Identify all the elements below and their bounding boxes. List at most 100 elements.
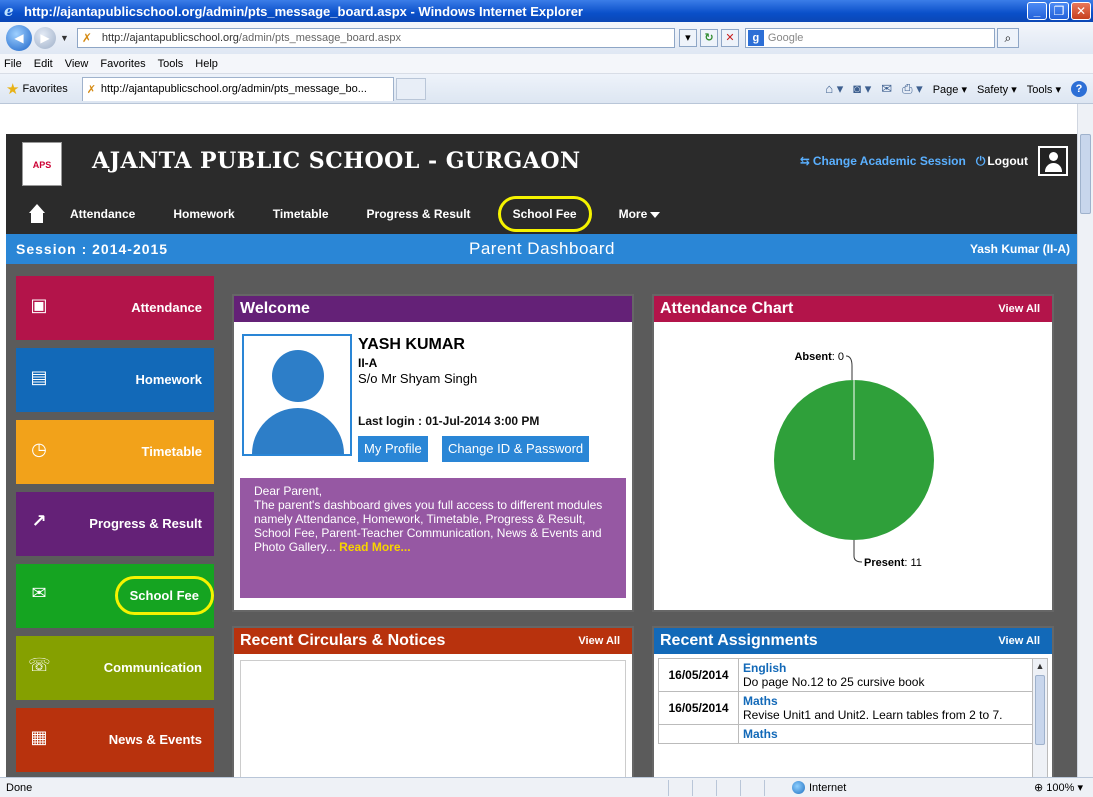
notice-greeting: Dear Parent, <box>254 484 323 498</box>
assignments-scrollbar[interactable]: ▲ <box>1032 658 1048 777</box>
zoom-level[interactable]: ⊕ 100% ▾ <box>1034 781 1083 794</box>
help-icon[interactable]: ? <box>1071 81 1087 97</box>
sidebar: ▣ Attendance ▤ Homework ◷ Timetable ↗ Pr… <box>16 276 215 777</box>
student-parent: S/o Mr Shyam Singh <box>358 371 478 386</box>
student-name: Yash Kumar (II-A) <box>969 242 1070 256</box>
student-full-name: YASH KUMAR <box>358 336 465 353</box>
cmd-page[interactable]: Page ▾ <box>933 83 967 96</box>
assignment-subject[interactable]: Maths <box>743 694 1029 708</box>
chart-icon: ↗ <box>31 511 47 531</box>
assignment-subject[interactable]: English <box>743 661 1029 675</box>
sidebar-item-communication[interactable]: ☏ Communication <box>16 636 214 700</box>
menu-file[interactable]: File <box>4 58 22 70</box>
search-icon[interactable]: ⌕ <box>996 28 1019 48</box>
sidebar-item-attendance[interactable]: ▣ Attendance <box>16 276 214 340</box>
notice-body: The parent's dashboard gives you full ac… <box>254 498 603 554</box>
money-icon: ✉ <box>31 583 47 603</box>
sidebar-item-news-events[interactable]: ▦ News & Events <box>16 708 214 772</box>
cmd-tools[interactable]: Tools ▾ <box>1027 83 1061 96</box>
history-dropdown-icon[interactable]: ▼ <box>60 33 69 43</box>
attendance-pie-chart: Absent: 0 Present: 11 <box>774 351 934 569</box>
print-icon[interactable]: ⎙ ▾ <box>902 81 923 97</box>
menu-help[interactable]: Help <box>195 58 218 70</box>
sidebar-item-homework[interactable]: ▤ Homework <box>16 348 214 412</box>
chat-icon: ☏ <box>28 655 51 675</box>
maximize-button[interactable]: ❐ <box>1049 2 1069 20</box>
sidebar-item-progress-result[interactable]: ↗ Progress & Result <box>16 492 214 556</box>
table-row[interactable]: 16/05/2014 Maths Revise Unit1 and Unit2. … <box>658 691 1034 725</box>
refresh-button[interactable]: ↻ <box>699 29 718 47</box>
present-data-label: Present: 11 <box>864 557 922 569</box>
nav-attendance[interactable]: Attendance <box>70 207 135 221</box>
tab-favicon: ✗ <box>86 83 96 96</box>
nav-more[interactable]: More <box>619 207 661 221</box>
url-dropdown-icon[interactable]: ▾ <box>678 29 697 47</box>
menu-edit[interactable]: Edit <box>34 58 53 70</box>
welcome-panel: Welcome YASH KUMAR II-A S/o Mr Shyam Sin… <box>232 294 634 612</box>
menu-view[interactable]: View <box>65 58 89 70</box>
new-tab-button[interactable] <box>395 77 426 100</box>
minimize-button[interactable]: _ <box>1027 2 1047 20</box>
news-icon: ▦ <box>30 727 48 747</box>
scroll-up-icon[interactable]: ▲ <box>1033 659 1047 673</box>
present-leader-line <box>853 540 863 563</box>
cmd-safety[interactable]: Safety ▾ <box>977 83 1017 96</box>
assignments-table: 16/05/2014 English Do page No.12 to 25 cu… <box>658 658 1034 744</box>
logout-link[interactable]: ⏻ Logout <box>976 154 1028 169</box>
search-input[interactable]: g Google <box>744 28 995 48</box>
scroll-thumb[interactable] <box>1035 675 1045 745</box>
table-row[interactable]: 16/05/2014 English Do page No.12 to 25 cu… <box>658 658 1034 692</box>
security-zone[interactable]: Internet <box>792 781 846 794</box>
last-login: Last login : 01-Jul-2014 3:00 PM <box>358 414 540 428</box>
menu-tools[interactable]: Tools <box>158 58 184 70</box>
assignment-subject[interactable]: Maths <box>743 727 1029 741</box>
page-scroll-thumb[interactable] <box>1080 134 1091 214</box>
ie-logo-icon: e <box>4 2 14 20</box>
school-logo[interactable]: APS <box>22 142 62 186</box>
calendar-clock-icon: ◷ <box>31 439 47 459</box>
menu-favorites[interactable]: Favorites <box>100 58 145 70</box>
circulars-view-all-link[interactable]: View All <box>578 628 620 654</box>
read-more-link[interactable]: Read More... <box>339 540 410 554</box>
back-button[interactable]: ◀ <box>6 25 32 51</box>
mail-icon[interactable]: ✉ <box>881 81 892 97</box>
close-button[interactable]: ✕ <box>1071 2 1091 20</box>
change-session-link[interactable]: ⇆ Change Academic Session <box>800 154 966 168</box>
stop-button[interactable]: ✕ <box>720 29 739 47</box>
desk-icon: ▣ <box>30 295 48 315</box>
absent-data-label: Absent: 0 <box>794 351 844 363</box>
google-icon: g <box>747 30 764 46</box>
caret-down-icon <box>650 211 661 218</box>
swap-icon: ⇆ <box>799 154 810 168</box>
my-profile-button[interactable]: My Profile <box>358 436 428 462</box>
book-icon: ▤ <box>30 367 48 387</box>
favorites-bar: ★ Favorites ✗ http://ajantapublicschool.… <box>0 74 1093 104</box>
url-path: /admin/pts_message_board.aspx <box>238 32 401 44</box>
table-row[interactable]: Maths <box>658 724 1034 744</box>
user-avatar-icon[interactable] <box>1038 146 1068 176</box>
forward-button[interactable]: ▶ <box>34 27 56 49</box>
nav-homework[interactable]: Homework <box>173 207 234 221</box>
nav-timetable[interactable]: Timetable <box>273 207 329 221</box>
session-bar: Session : 2014-2015 Parent Dashboard Yas… <box>6 234 1078 264</box>
url-input[interactable]: ✗ http://ajantapublicschool.org/admin/pt… <box>76 28 675 48</box>
attendance-chart-title: Attendance Chart View All <box>654 296 1052 322</box>
nav-school-fee[interactable]: School Fee <box>497 196 592 232</box>
browser-tab[interactable]: ✗ http://ajantapublicschool.org/admin/pt… <box>81 76 394 101</box>
sidebar-item-timetable[interactable]: ◷ Timetable <box>16 420 214 484</box>
assignment-date: 16/05/2014 <box>658 691 739 725</box>
home-icon[interactable]: ⌂ ▾ <box>825 81 843 97</box>
window-title: http://ajantapublicschool.org/admin/pts_… <box>24 3 583 19</box>
page-scrollbar[interactable] <box>1077 104 1093 777</box>
favorites-button[interactable]: ★ Favorites <box>6 80 68 98</box>
assignments-view-all-link[interactable]: View All <box>998 628 1040 654</box>
change-password-button[interactable]: Change ID & Password <box>442 436 590 462</box>
sidebar-item-school-fee[interactable]: ✉ School Fee <box>16 564 215 628</box>
menu-bar: File Edit View Favorites Tools Help <box>0 54 1093 74</box>
attendance-view-all-link[interactable]: View All <box>998 296 1040 322</box>
nav-progress-result[interactable]: Progress & Result <box>367 207 471 221</box>
circulars-panel: Recent Circulars & Notices View All <box>232 626 634 777</box>
feeds-icon[interactable]: ◙ ▾ <box>853 81 871 97</box>
home-icon[interactable] <box>26 204 48 224</box>
assignments-title: Recent Assignments View All <box>654 628 1052 654</box>
